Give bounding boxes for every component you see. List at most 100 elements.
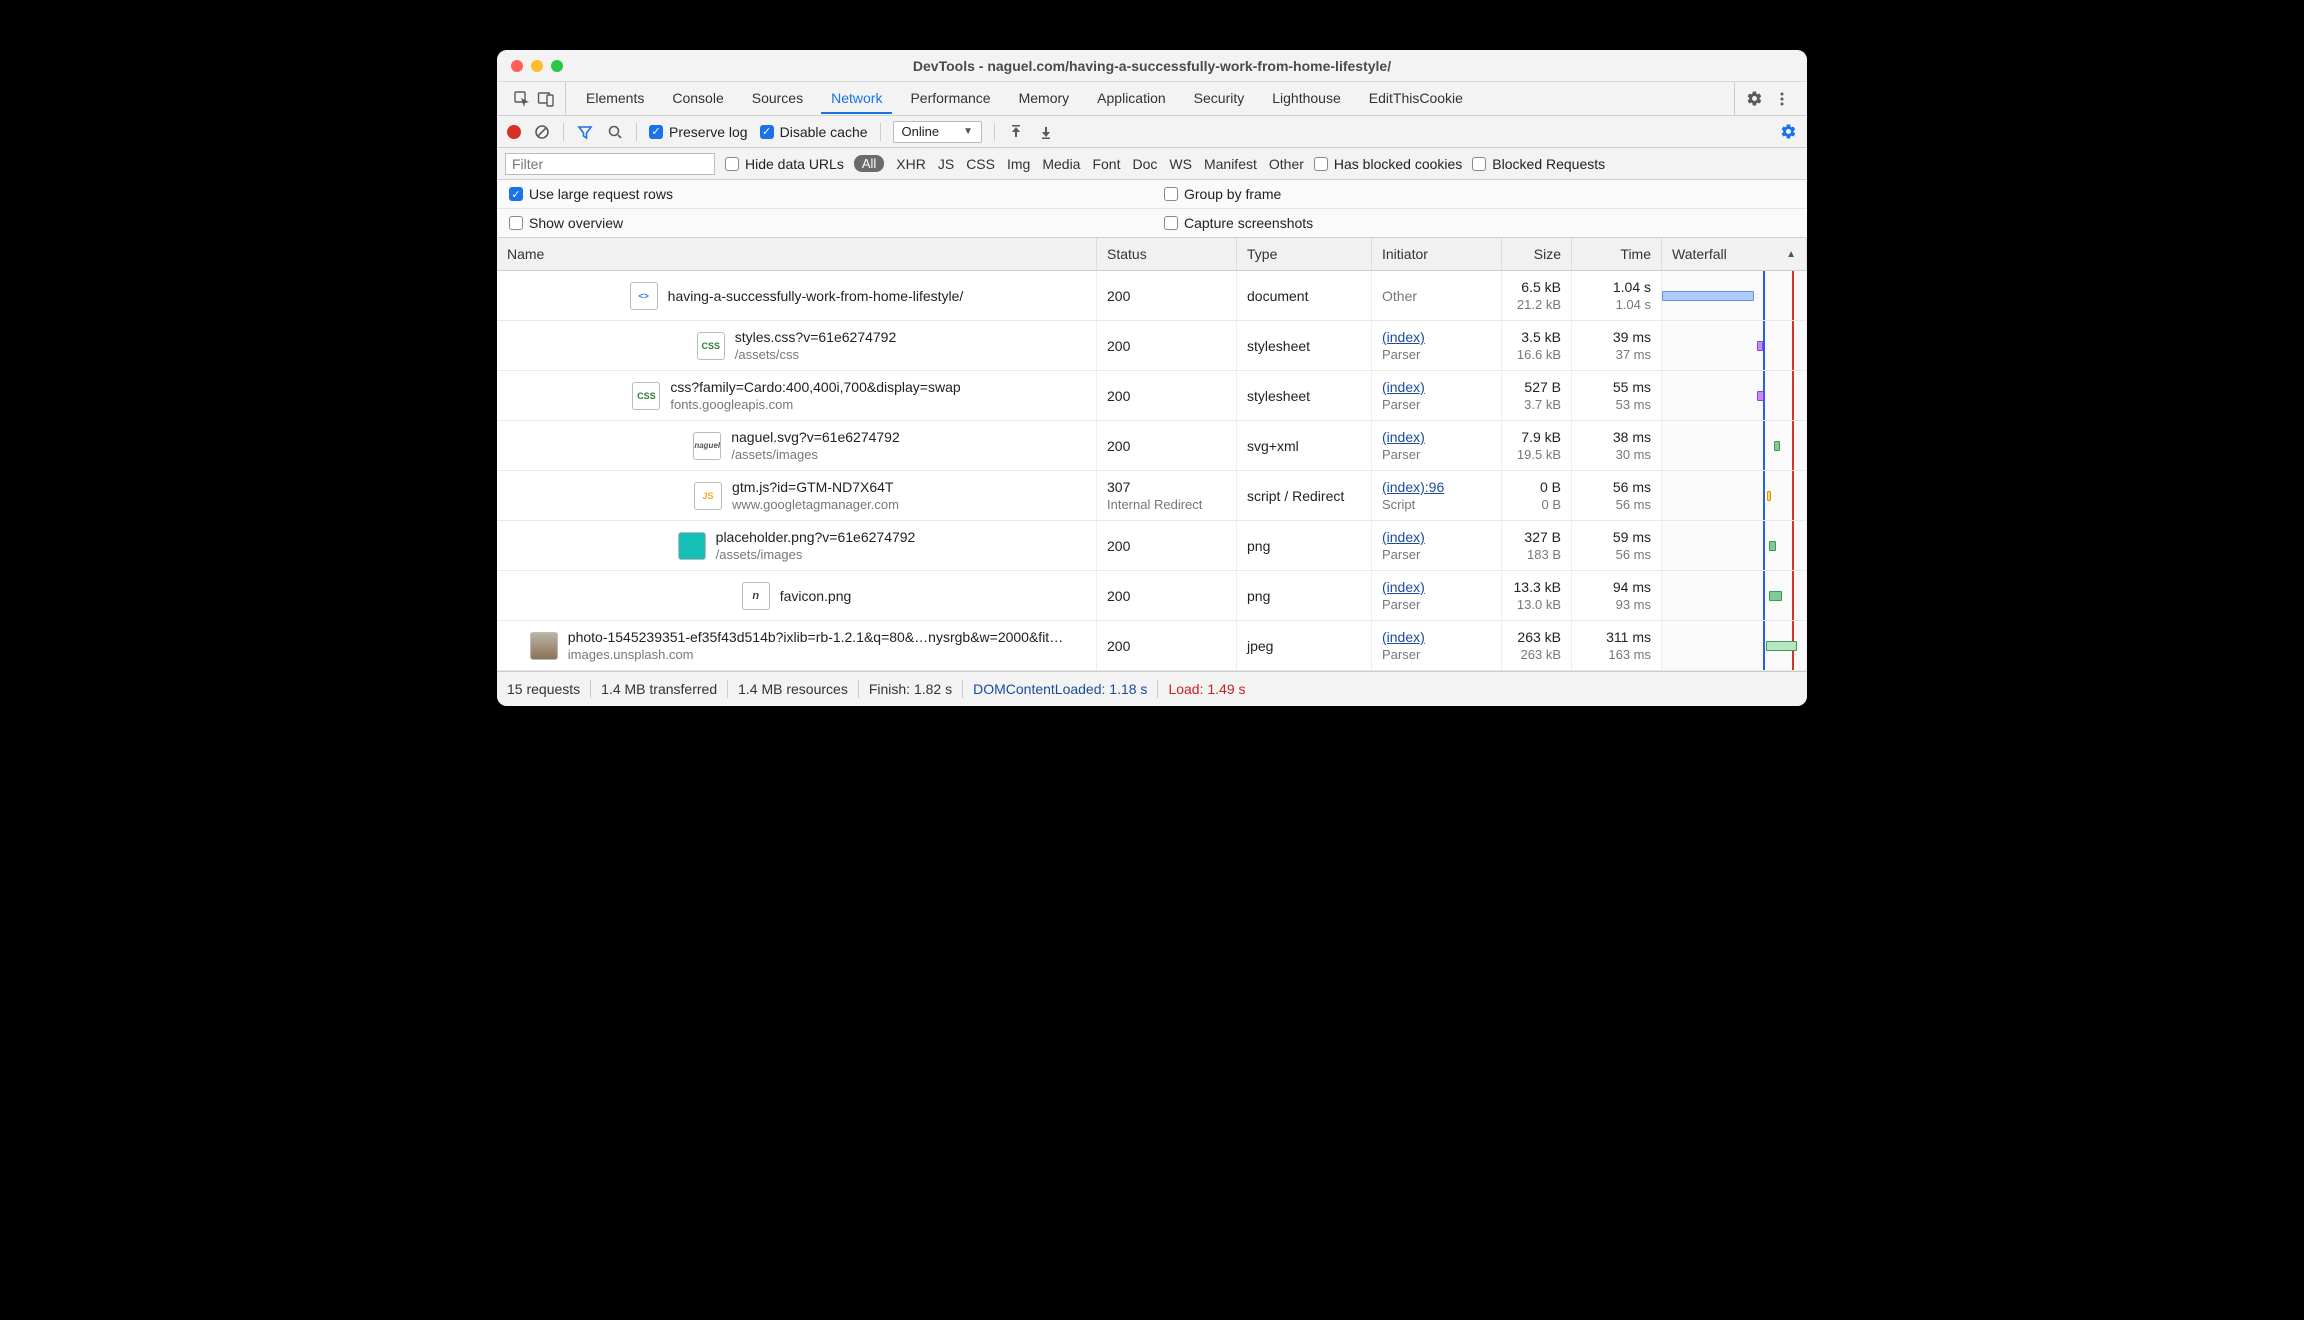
type-filter-ws[interactable]: WS bbox=[1169, 156, 1192, 172]
tab-sources[interactable]: Sources bbox=[742, 83, 813, 114]
tab-console[interactable]: Console bbox=[662, 83, 733, 114]
css-file-icon: CSS bbox=[697, 332, 725, 360]
large-rows-checkbox[interactable]: ✓Use large request rows bbox=[509, 186, 673, 202]
request-name-cell[interactable]: photo-1545239351-ef35f43d514b?ixlib=rb-1… bbox=[497, 621, 1097, 671]
initiator-link[interactable]: (index) bbox=[1382, 329, 1491, 345]
tab-network[interactable]: Network bbox=[821, 83, 892, 114]
initiator-link[interactable]: (index) bbox=[1382, 429, 1491, 445]
size-cell: 13.3 kB13.0 kB bbox=[1502, 571, 1572, 621]
request-name-cell[interactable]: placeholder.png?v=61e6274792/assets/imag… bbox=[497, 521, 1097, 571]
initiator-link[interactable]: (index) bbox=[1382, 379, 1491, 395]
request-path: /assets/images bbox=[716, 547, 916, 562]
type-filter-xhr[interactable]: XHR bbox=[896, 156, 926, 172]
inspect-element-icon[interactable] bbox=[513, 90, 531, 108]
column-header-waterfall[interactable]: Waterfall▲ bbox=[1662, 238, 1807, 271]
initiator-cell[interactable]: (index)Parser bbox=[1372, 371, 1502, 421]
column-header-status[interactable]: Status bbox=[1097, 238, 1237, 271]
svg-file-icon: naguel bbox=[693, 432, 721, 460]
waterfall-cell bbox=[1662, 421, 1807, 471]
column-header-initiator[interactable]: Initiator bbox=[1372, 238, 1502, 271]
requests-count: 15 requests bbox=[507, 681, 580, 697]
record-button[interactable] bbox=[507, 125, 521, 139]
filter-icon[interactable] bbox=[576, 123, 594, 141]
timing-bar bbox=[1774, 441, 1780, 451]
type-filter-doc[interactable]: Doc bbox=[1132, 156, 1157, 172]
display-options: ✓Use large request rows Group by frame S… bbox=[497, 180, 1807, 238]
finish-time: Finish: 1.82 s bbox=[869, 681, 952, 697]
type-cell: stylesheet bbox=[1237, 321, 1372, 371]
throttling-select[interactable]: Online▼ bbox=[893, 121, 982, 143]
type-filter-other[interactable]: Other bbox=[1269, 156, 1304, 172]
capture-screenshots-checkbox[interactable]: Capture screenshots bbox=[1164, 215, 1313, 231]
tab-performance[interactable]: Performance bbox=[900, 83, 1000, 114]
request-name: gtm.js?id=GTM-ND7X64T bbox=[732, 479, 899, 495]
tab-security[interactable]: Security bbox=[1184, 83, 1255, 114]
size-cell: 0 B0 B bbox=[1502, 471, 1572, 521]
clear-icon[interactable] bbox=[533, 123, 551, 141]
request-path: /assets/images bbox=[731, 447, 900, 462]
initiator-cell[interactable]: (index)Parser bbox=[1372, 621, 1502, 671]
initiator-cell[interactable]: (index)Parser bbox=[1372, 521, 1502, 571]
hide-data-urls-checkbox[interactable]: Hide data URLs bbox=[725, 156, 844, 172]
timing-bar bbox=[1757, 391, 1764, 401]
blocked-requests-label: Blocked Requests bbox=[1492, 156, 1605, 172]
initiator-cell[interactable]: Other bbox=[1372, 271, 1502, 321]
css-file-icon: CSS bbox=[632, 382, 660, 410]
type-filter-css[interactable]: CSS bbox=[966, 156, 995, 172]
request-name-cell[interactable]: nfavicon.png bbox=[497, 571, 1097, 621]
search-icon[interactable] bbox=[606, 123, 624, 141]
group-by-frame-checkbox[interactable]: Group by frame bbox=[1164, 186, 1281, 202]
disable-cache-checkbox[interactable]: ✓Disable cache bbox=[760, 124, 868, 140]
request-name: having-a-successfully-work-from-home-lif… bbox=[668, 288, 964, 304]
request-name-cell[interactable]: JSgtm.js?id=GTM-ND7X64Twww.googletagmana… bbox=[497, 471, 1097, 521]
upload-har-icon[interactable] bbox=[1007, 123, 1025, 141]
preserve-log-label: Preserve log bbox=[669, 124, 748, 140]
throttling-value: Online bbox=[902, 124, 940, 139]
devtools-window: DevTools - naguel.com/having-a-successfu… bbox=[497, 50, 1807, 706]
download-har-icon[interactable] bbox=[1037, 123, 1055, 141]
initiator-cell[interactable]: (index):96Script bbox=[1372, 471, 1502, 521]
tab-elements[interactable]: Elements bbox=[576, 83, 654, 114]
type-filter-font[interactable]: Font bbox=[1092, 156, 1120, 172]
has-blocked-cookies-checkbox[interactable]: Has blocked cookies bbox=[1314, 156, 1462, 172]
request-name-cell[interactable]: CSSstyles.css?v=61e6274792/assets/css bbox=[497, 321, 1097, 371]
time-cell: 94 ms93 ms bbox=[1572, 571, 1662, 621]
column-header-size[interactable]: Size bbox=[1502, 238, 1572, 271]
network-settings-icon[interactable] bbox=[1779, 123, 1797, 141]
initiator-cell[interactable]: (index)Parser bbox=[1372, 571, 1502, 621]
column-header-time[interactable]: Time bbox=[1572, 238, 1662, 271]
size-cell: 6.5 kB21.2 kB bbox=[1502, 271, 1572, 321]
device-toolbar-icon[interactable] bbox=[537, 90, 555, 108]
initiator-link[interactable]: (index):96 bbox=[1382, 479, 1491, 495]
show-overview-checkbox[interactable]: Show overview bbox=[509, 215, 623, 231]
settings-gear-icon[interactable] bbox=[1745, 90, 1763, 108]
filter-input[interactable] bbox=[505, 153, 715, 175]
more-menu-icon[interactable] bbox=[1773, 90, 1791, 108]
type-filter-manifest[interactable]: Manifest bbox=[1204, 156, 1257, 172]
initiator-cell[interactable]: (index)Parser bbox=[1372, 421, 1502, 471]
doc-file-icon: <> bbox=[630, 282, 658, 310]
request-name-cell[interactable]: naguelnaguel.svg?v=61e6274792/assets/ima… bbox=[497, 421, 1097, 471]
column-header-type[interactable]: Type bbox=[1237, 238, 1372, 271]
tab-editthiscookie[interactable]: EditThisCookie bbox=[1359, 83, 1473, 114]
type-cell: png bbox=[1237, 571, 1372, 621]
status-cell: 200 bbox=[1097, 271, 1237, 321]
request-name-cell[interactable]: CSScss?family=Cardo:400,400i,700&display… bbox=[497, 371, 1097, 421]
tab-application[interactable]: Application bbox=[1087, 83, 1176, 114]
initiator-link[interactable]: (index) bbox=[1382, 529, 1491, 545]
tab-memory[interactable]: Memory bbox=[1009, 83, 1080, 114]
type-filter-img[interactable]: Img bbox=[1007, 156, 1030, 172]
type-filter-all[interactable]: All bbox=[854, 155, 884, 172]
initiator-link[interactable]: (index) bbox=[1382, 579, 1491, 595]
preserve-log-checkbox[interactable]: ✓Preserve log bbox=[649, 124, 748, 140]
initiator-cell[interactable]: (index)Parser bbox=[1372, 321, 1502, 371]
tab-lighthouse[interactable]: Lighthouse bbox=[1262, 83, 1351, 114]
request-name-cell[interactable]: <> having-a-successfully-work-from-home-l… bbox=[497, 271, 1097, 321]
resources-size: 1.4 MB resources bbox=[738, 681, 848, 697]
type-filter-media[interactable]: Media bbox=[1042, 156, 1080, 172]
type-filter-js[interactable]: JS bbox=[938, 156, 954, 172]
blocked-requests-checkbox[interactable]: Blocked Requests bbox=[1472, 156, 1605, 172]
waterfall-cell bbox=[1662, 571, 1807, 621]
column-header-name[interactable]: Name bbox=[497, 238, 1097, 271]
initiator-link[interactable]: (index) bbox=[1382, 629, 1491, 645]
